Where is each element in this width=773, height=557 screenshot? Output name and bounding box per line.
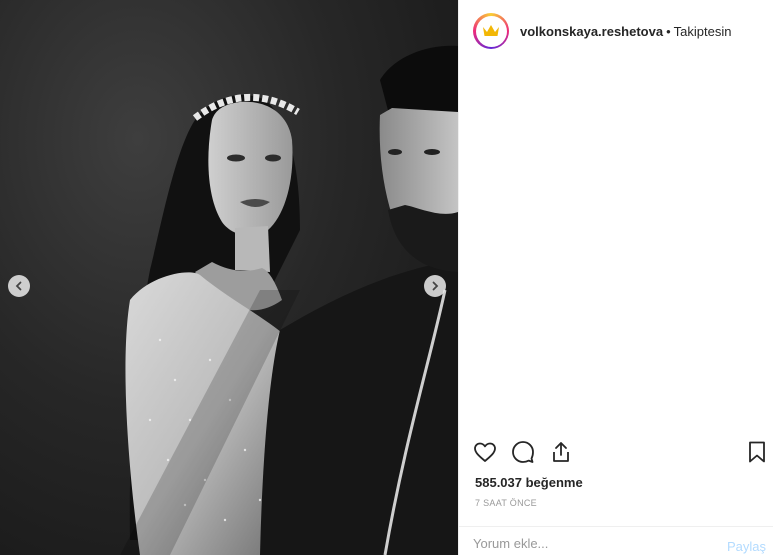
avatar-inner — [475, 15, 507, 47]
follow-status[interactable]: Takiptesin — [674, 24, 732, 39]
comment-bar: Paylaş — [459, 526, 773, 557]
avatar[interactable] — [473, 13, 509, 49]
photo-illustration — [120, 45, 458, 555]
separator-dot: • — [666, 24, 671, 39]
post-side-panel: volkonskaya.reshetova • Takiptesin 585.037… — [458, 0, 773, 555]
post-header: volkonskaya.reshetova • Takiptesin — [459, 0, 773, 64]
previous-photo-button[interactable] — [8, 275, 30, 297]
bookmark-icon[interactable] — [745, 440, 769, 464]
post-comment-button[interactable]: Paylaş — [727, 539, 766, 554]
chevron-left-icon — [15, 281, 22, 291]
like-count[interactable]: 585.037 beğenme — [475, 475, 583, 490]
next-photo-button[interactable] — [424, 275, 446, 297]
share-icon[interactable] — [549, 440, 573, 464]
crown-icon — [483, 25, 499, 36]
post-actions — [473, 440, 769, 468]
comment-input[interactable] — [473, 536, 673, 551]
heart-icon[interactable] — [473, 440, 497, 464]
post-author: volkonskaya.reshetova • Takiptesin — [520, 24, 731, 39]
username-link[interactable]: volkonskaya.reshetova — [520, 24, 663, 39]
post-timestamp[interactable]: 7 SAAT ÖNCE — [475, 498, 537, 508]
post-photo — [0, 0, 458, 555]
chevron-right-icon — [432, 281, 439, 291]
comment-icon[interactable] — [511, 440, 535, 464]
